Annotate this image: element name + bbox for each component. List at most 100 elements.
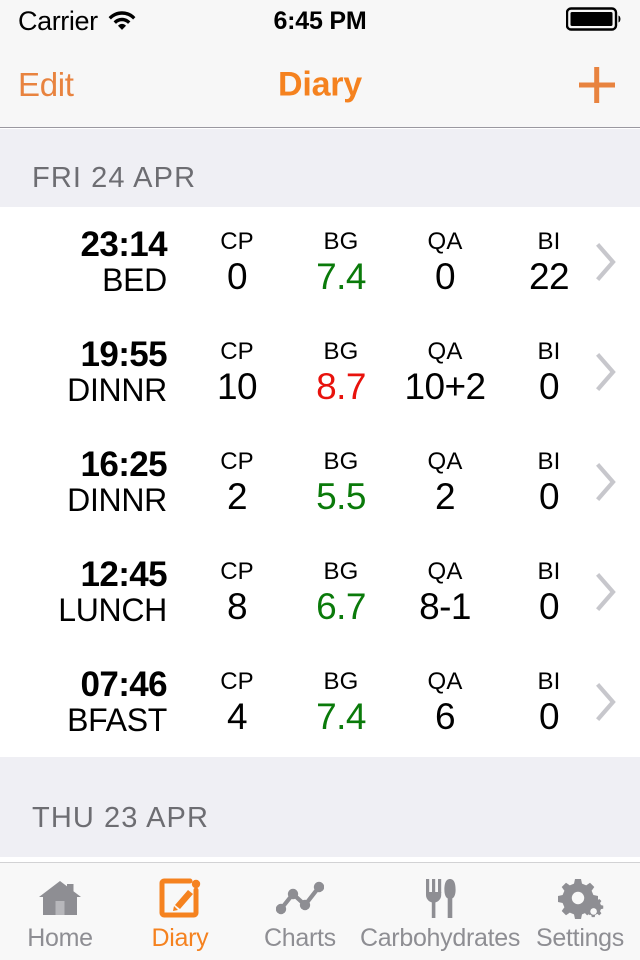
bg-value: 7.4 xyxy=(316,695,366,737)
pencil-square-icon xyxy=(157,875,203,921)
row-qa-cell: QA 0 xyxy=(393,227,497,298)
status-bar-time: 6:45 PM xyxy=(273,6,367,35)
bi-header: BI xyxy=(537,557,561,585)
row-cp-cell: CP 8 xyxy=(185,557,289,628)
qa-value: 6 xyxy=(435,695,456,737)
row-time-meal: 07:46 BFAST xyxy=(0,664,185,739)
row-time: 16:25 xyxy=(80,444,167,484)
qa-header: QA xyxy=(427,447,463,475)
add-entry-button[interactable] xyxy=(574,62,620,108)
house-icon xyxy=(37,875,83,921)
gears-icon xyxy=(556,875,604,921)
row-qa-cell: QA 6 xyxy=(393,667,497,738)
bi-header: BI xyxy=(537,667,561,695)
row-qa-cell: QA 8-1 xyxy=(393,557,497,628)
cp-value: 4 xyxy=(227,695,248,737)
bi-value: 22 xyxy=(529,255,570,297)
cp-header: CP xyxy=(220,447,254,475)
bg-value: 7.4 xyxy=(316,255,366,297)
bi-value: 0 xyxy=(539,585,560,627)
bi-value: 0 xyxy=(539,695,560,737)
bi-header: BI xyxy=(537,337,561,365)
row-time: 12:45 xyxy=(80,554,167,594)
bi-header: BI xyxy=(537,227,561,255)
section-header-thu-23-apr: THU 23 APR xyxy=(0,757,640,857)
qa-value: 2 xyxy=(435,475,456,517)
chevron-right-icon[interactable] xyxy=(596,243,618,281)
tab-home[interactable]: Home xyxy=(0,863,120,960)
status-bar-right xyxy=(565,6,624,37)
tab-label: Charts xyxy=(264,923,336,952)
table-row[interactable]: 19:55 DINNR CP 10 BG 8.7 QA 10+2 BI 0 xyxy=(0,317,640,427)
cp-value: 8 xyxy=(227,585,248,627)
diary-list[interactable]: FRI 24 APR 23:14 BED CP 0 BG 7.4 QA 0 BI… xyxy=(0,129,640,862)
row-time-meal: 23:14 BED xyxy=(0,224,185,299)
table-row[interactable]: 12:45 LUNCH CP 8 BG 6.7 QA 8-1 BI 0 xyxy=(0,537,640,647)
row-bg-cell: BG 7.4 xyxy=(289,667,393,738)
row-meal: BFAST xyxy=(67,702,167,739)
tab-label: Diary xyxy=(151,923,209,952)
cp-header: CP xyxy=(220,227,254,255)
bg-value: 5.5 xyxy=(316,475,366,517)
row-time-meal: 19:55 DINNR xyxy=(0,335,185,409)
row-time-meal: 12:45 LUNCH xyxy=(0,554,185,629)
row-cp-cell: CP 2 xyxy=(185,447,289,518)
cp-value: 10 xyxy=(217,365,258,407)
qa-header: QA xyxy=(427,557,463,585)
chevron-right-icon[interactable] xyxy=(596,573,618,611)
chevron-right-icon[interactable] xyxy=(596,683,618,721)
tab-carbohydrates[interactable]: Carbohydrates xyxy=(360,863,520,960)
tab-charts[interactable]: Charts xyxy=(240,863,360,960)
fork-knife-icon xyxy=(419,875,461,921)
bg-header: BG xyxy=(323,337,359,365)
section-header-fri-24-apr: FRI 24 APR xyxy=(0,129,640,207)
tab-diary[interactable]: Diary xyxy=(120,863,240,960)
qa-value: 8-1 xyxy=(419,585,471,627)
row-time-meal: 16:25 DINNR xyxy=(0,444,185,519)
battery-full-icon xyxy=(565,6,624,37)
chevron-right-icon[interactable] xyxy=(596,353,618,391)
row-cp-cell: CP 10 xyxy=(185,337,289,408)
qa-value: 0 xyxy=(435,255,456,297)
section-date-label: THU 23 APR xyxy=(32,802,209,834)
row-bg-cell: BG 6.7 xyxy=(289,557,393,628)
chevron-right-icon[interactable] xyxy=(596,463,618,501)
cp-value: 2 xyxy=(227,475,248,517)
row-meal: DINNR xyxy=(67,372,167,409)
tab-settings[interactable]: Settings xyxy=(520,863,640,960)
row-bg-cell: BG 5.5 xyxy=(289,447,393,518)
bg-header: BG xyxy=(323,447,359,475)
row-time: 07:46 xyxy=(80,664,167,704)
row-qa-cell: QA 2 xyxy=(393,447,497,518)
qa-header: QA xyxy=(427,227,463,255)
line-chart-icon xyxy=(275,875,324,921)
row-bi-cell: BI 0 xyxy=(497,337,601,408)
bi-value: 0 xyxy=(539,365,560,407)
row-time: 23:14 xyxy=(80,224,167,264)
bg-header: BG xyxy=(323,227,359,255)
navigation-bar: Edit Diary xyxy=(0,42,640,128)
tab-label: Home xyxy=(27,923,93,952)
cp-value: 0 xyxy=(227,255,248,297)
row-bi-cell: BI 22 xyxy=(497,227,601,298)
cp-header: CP xyxy=(220,557,254,585)
row-bg-cell: BG 7.4 xyxy=(289,227,393,298)
row-meal: LUNCH xyxy=(58,592,167,629)
row-qa-cell: QA 10+2 xyxy=(393,337,497,408)
row-meal: DINNR xyxy=(67,482,167,519)
qa-header: QA xyxy=(427,337,463,365)
row-cp-cell: CP 4 xyxy=(185,667,289,738)
table-row[interactable]: 16:25 DINNR CP 2 BG 5.5 QA 2 BI 0 xyxy=(0,427,640,537)
tab-label: Settings xyxy=(536,923,624,952)
row-meal: BED xyxy=(102,262,167,299)
section-date-label: FRI 24 APR xyxy=(32,162,197,194)
bg-value: 6.7 xyxy=(316,585,366,627)
cp-header: CP xyxy=(220,337,254,365)
qa-header: QA xyxy=(427,667,463,695)
bi-header: BI xyxy=(537,447,561,475)
table-row[interactable]: 23:14 BED CP 0 BG 7.4 QA 0 BI 22 xyxy=(0,207,640,317)
table-row[interactable]: 07:46 BFAST CP 4 BG 7.4 QA 6 BI 0 xyxy=(0,647,640,757)
status-bar: Carrier 6:45 PM xyxy=(0,0,640,42)
plus-icon xyxy=(579,66,615,103)
section-rows-fri-24-apr: 23:14 BED CP 0 BG 7.4 QA 0 BI 22 19:55 D… xyxy=(0,207,640,757)
